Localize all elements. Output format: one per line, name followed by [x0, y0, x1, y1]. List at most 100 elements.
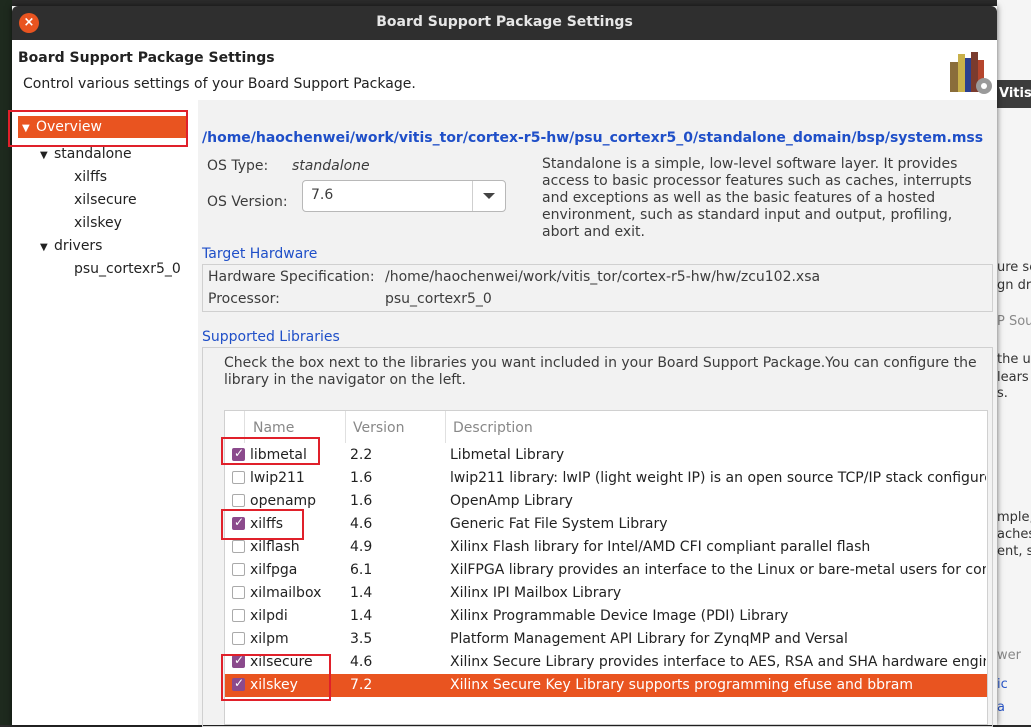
background-text: s. — [997, 386, 1008, 401]
library-name: xilpdi — [250, 608, 288, 624]
table-row[interactable]: xilsecure4.6Xilinx Secure Library provid… — [225, 651, 987, 674]
library-version: 3.5 — [350, 631, 373, 647]
library-description: Xilinx Programmable Device Image (PDI) L… — [450, 608, 789, 624]
navigator-tree: ▼ Overview ▼ standalone xilffs xilsecure x… — [8, 100, 198, 725]
background-terminal — [0, 0, 12, 725]
library-version: 6.1 — [350, 562, 373, 578]
dropdown-arrow-icon[interactable] — [483, 193, 495, 199]
library-version: 4.6 — [350, 516, 373, 532]
library-version: 1.4 — [350, 585, 373, 601]
column-version[interactable]: Version — [353, 420, 404, 436]
title-bar: × Board Support Package Settings — [12, 6, 997, 40]
library-version: 1.6 — [350, 470, 373, 486]
header-title: Board Support Package Settings — [18, 50, 275, 66]
table-header: Name Version Description — [225, 411, 987, 443]
supported-libraries-title: Supported Libraries — [202, 329, 340, 345]
tree-item-xilskey[interactable]: xilskey — [74, 212, 122, 234]
highlight-box — [221, 437, 320, 465]
mss-path: /home/haochenwei/work/vitis_tor/cortex-r… — [202, 130, 984, 146]
library-checkbox[interactable] — [232, 586, 245, 599]
column-name[interactable]: Name — [253, 420, 294, 436]
os-description: Standalone is a simple, low-level softwa… — [542, 156, 972, 240]
background-text: aches — [997, 527, 1031, 542]
hw-spec-value: /home/haochenwei/work/vitis_tor/cortex-r… — [385, 269, 821, 285]
library-version: 1.6 — [350, 493, 373, 509]
dialog-header: Board Support Package Settings Control v… — [12, 40, 997, 100]
combo-divider — [472, 181, 473, 211]
tree-item-drivers[interactable]: ▼ drivers — [40, 235, 102, 257]
background-window: Vitis I ure se gn dr P Sou the u lears s… — [997, 0, 1031, 725]
background-text: P Sou — [997, 314, 1031, 329]
library-checkbox[interactable] — [232, 632, 245, 645]
table-row[interactable]: xilskey7.2Xilinx Secure Key Library supp… — [225, 674, 987, 697]
library-description: Generic Fat File System Library — [450, 516, 668, 532]
background-text: mple, — [997, 510, 1031, 525]
table-row[interactable]: xilpdi 1.4 Xilinx Programmable Device Imag… — [225, 605, 987, 628]
table-row[interactable]: xilpm 3.5 Platform Management API Library … — [225, 628, 987, 651]
column-description[interactable]: Description — [453, 420, 533, 436]
library-name: xilfpga — [250, 562, 298, 578]
highlight-box — [221, 654, 331, 701]
os-version-select[interactable]: 7.6 — [302, 180, 506, 212]
table-row[interactable]: openamp 1.6 OpenAmp Library — [225, 490, 987, 513]
library-name: openamp — [250, 493, 317, 509]
table-row[interactable]: xilmailbox 1.4 Xilinx IPI Mailbox Library — [225, 582, 987, 605]
library-description: lwip211 library: lwIP (light weight IP) … — [450, 470, 986, 486]
library-description: Platform Management API Library for Zynq… — [450, 631, 848, 647]
chevron-down-icon: ▼ — [40, 242, 48, 253]
library-version: 4.6 — [350, 654, 373, 670]
table-row[interactable]: xilffs4.6Generic Fat File System Library — [225, 513, 987, 536]
hw-spec-label: Hardware Specification: — [208, 269, 375, 285]
overview-panel: /home/haochenwei/work/vitis_tor/cortex-r… — [202, 100, 997, 727]
library-description: OpenAmp Library — [450, 493, 573, 509]
background-text: lears — [997, 370, 1029, 385]
library-description: Libmetal Library — [450, 447, 565, 463]
tree-item-psu-cortexr5[interactable]: psu_cortexr5_0 — [74, 258, 181, 280]
column-divider — [345, 411, 346, 443]
window-title: Board Support Package Settings — [376, 14, 633, 30]
os-type-value: standalone — [292, 158, 370, 174]
books-gear-icon — [950, 52, 992, 94]
column-divider — [445, 411, 446, 443]
table-row[interactable]: xilfpga 6.1 XilFPGA library provides an in… — [225, 559, 987, 582]
os-type-label: OS Type: — [207, 158, 269, 174]
processor-label: Processor: — [208, 291, 280, 307]
libraries-info: Check the box next to the libraries you … — [224, 355, 977, 388]
tree-item-xilsecure[interactable]: xilsecure — [74, 189, 137, 211]
table-row[interactable]: xilflash 4.9 Xilinx Flash library for Inte… — [225, 536, 987, 559]
table-row[interactable]: libmetal2.2Libmetal Library — [225, 444, 987, 467]
background-title: Vitis I — [997, 80, 1031, 108]
library-checkbox[interactable] — [232, 471, 245, 484]
background-text: ure se — [997, 260, 1031, 275]
highlight-box — [221, 509, 304, 540]
library-checkbox[interactable] — [232, 540, 245, 553]
library-checkbox[interactable] — [232, 563, 245, 576]
background-text: ent, su — [997, 544, 1031, 559]
chevron-down-icon: ▼ — [40, 150, 48, 161]
background-text: a — [997, 700, 1005, 715]
background-text: gn dr — [997, 278, 1031, 293]
os-version-label: OS Version: — [207, 194, 288, 210]
tree-item-label: standalone — [54, 146, 132, 162]
library-name: xilmailbox — [250, 585, 322, 601]
tree-item-xilffs[interactable]: xilffs — [74, 166, 107, 188]
library-version: 1.4 — [350, 608, 373, 624]
library-description: XilFPGA library provides an interface to… — [450, 562, 986, 578]
background-text: the u — [997, 352, 1031, 367]
background-text: ic — [997, 677, 1008, 692]
library-description: Xilinx Secure Key Library supports progr… — [450, 677, 913, 693]
library-checkbox[interactable] — [232, 609, 245, 622]
library-name: lwip211 — [250, 470, 305, 486]
background-text: wer — [997, 648, 1021, 663]
libraries-table: Name Version Description libmetal2.2Libm… — [224, 410, 988, 725]
bsp-settings-dialog: × Board Support Package Settings Board S… — [8, 6, 997, 727]
library-checkbox[interactable] — [232, 494, 245, 507]
table-row[interactable]: lwip211 1.6 lwip211 library: lwIP (light w… — [225, 467, 987, 490]
header-description: Control various settings of your Board S… — [23, 76, 416, 92]
tree-item-label: drivers — [54, 238, 103, 254]
library-description: Xilinx IPI Mailbox Library — [450, 585, 622, 601]
processor-value: psu_cortexr5_0 — [385, 291, 492, 307]
library-description: Xilinx Flash library for Intel/AMD CFI c… — [450, 539, 871, 555]
tree-item-standalone[interactable]: ▼ standalone — [40, 143, 132, 165]
highlight-box — [8, 110, 188, 147]
